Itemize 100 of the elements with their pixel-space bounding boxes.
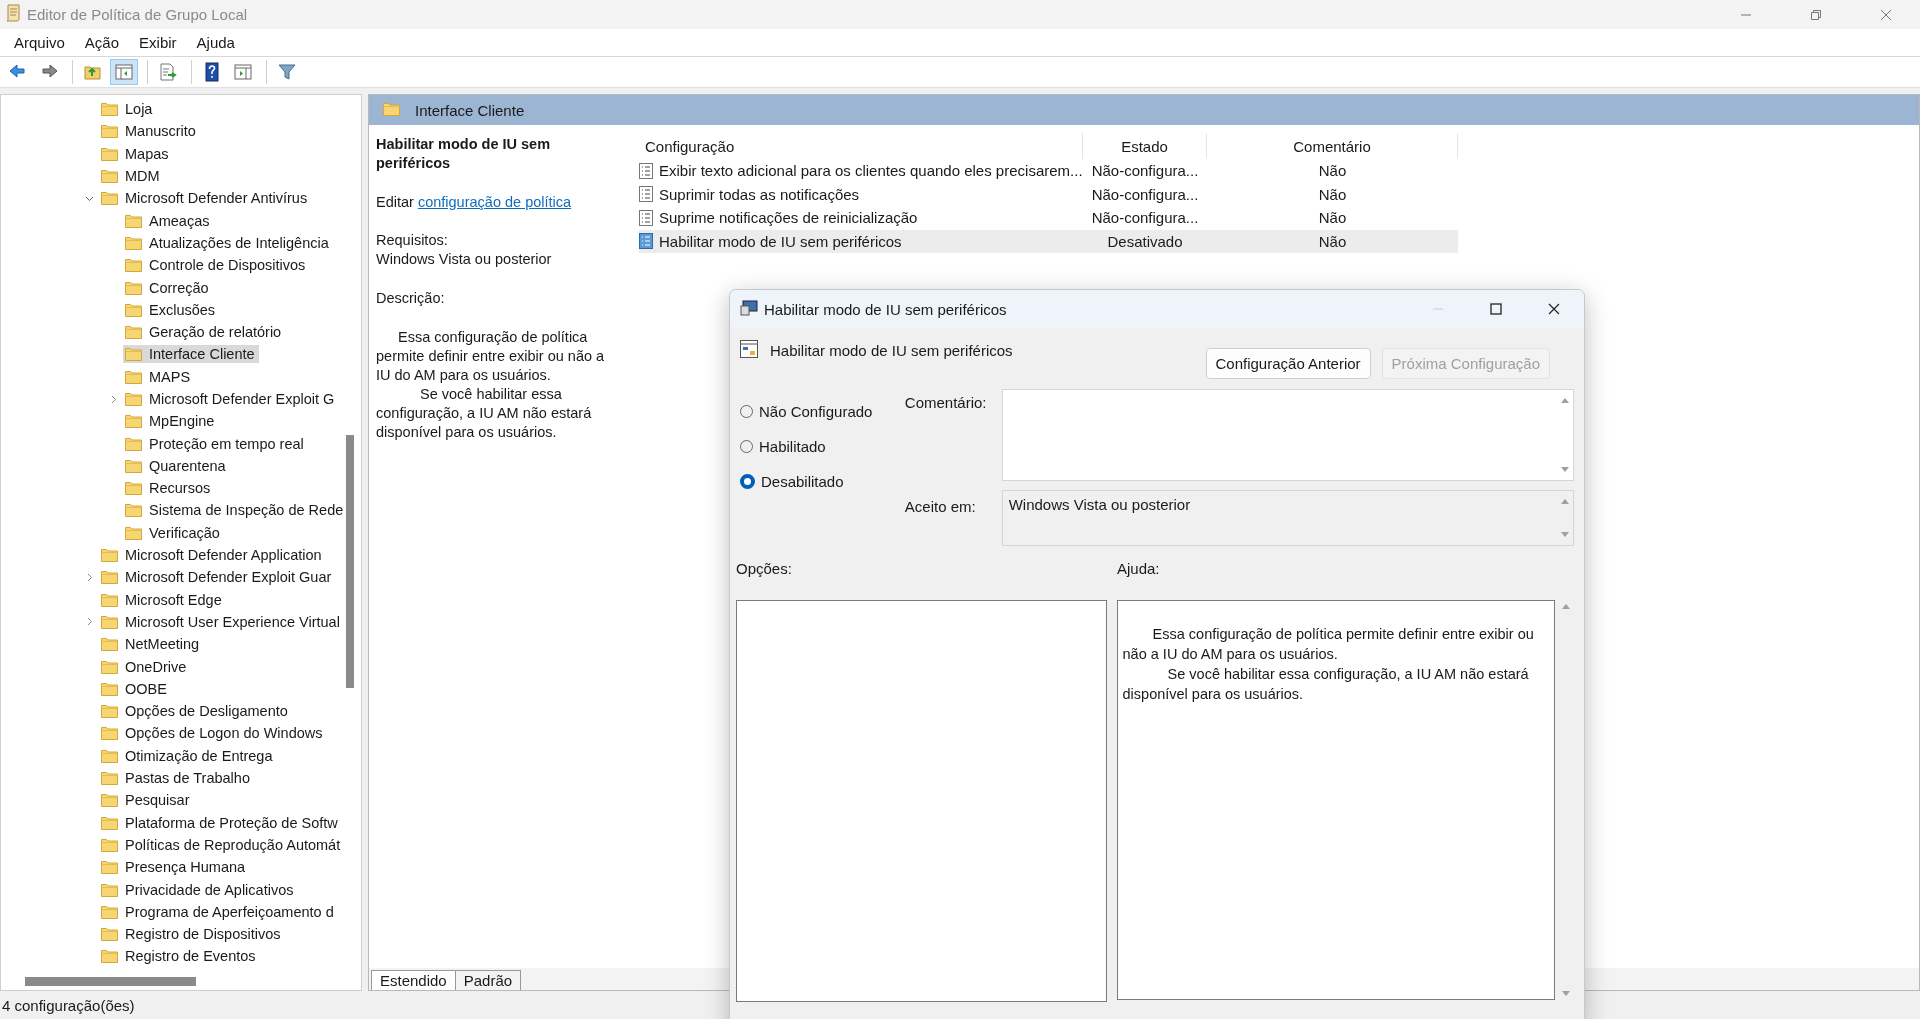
table-row[interactable]: Suprimir todas as notificações Não-configura... Não [639, 182, 1458, 206]
window-title: Editor de Política de Grupo Local [27, 6, 248, 23]
folder-icon [101, 837, 118, 852]
tree-item[interactable]: Pesquisar [99, 791, 194, 810]
tree-item[interactable]: NetMeeting [99, 635, 204, 654]
tree-item[interactable]: Correção [123, 278, 213, 297]
tree-item[interactable]: Proteção em tempo real [123, 434, 308, 453]
table-cell-text: Não-configura... [1090, 209, 1200, 227]
column-header[interactable]: Configuração [639, 133, 1083, 159]
tree-item[interactable]: MpEngine [123, 412, 219, 431]
options-label: Opções: [736, 560, 793, 579]
tree-item[interactable]: Opções de Logon do Windows [99, 724, 327, 743]
tree-item[interactable]: Loja [99, 100, 157, 119]
table-row[interactable]: Suprime notificações de reinicialização Não-configura... Não [639, 206, 1458, 230]
tree-item[interactable]: Exclusões [123, 300, 220, 319]
tree-item[interactable]: Presença Humana [99, 858, 250, 877]
tree-item[interactable]: Opções de Desligamento [99, 702, 292, 721]
folder-icon [125, 392, 142, 406]
panel-icon[interactable] [110, 59, 138, 85]
tree-item[interactable]: Manuscrito [99, 122, 200, 141]
folder-icon [101, 102, 118, 117]
tree-item[interactable]: Microsoft User Experience Virtual [99, 612, 344, 631]
policy-icon [639, 162, 653, 179]
policy-link[interactable]: configuração de política [417, 194, 572, 210]
tree-item[interactable]: Recursos [123, 479, 215, 498]
folder-icon [101, 124, 118, 139]
tree-item[interactable]: Mapas [99, 144, 173, 163]
folder-icon [125, 481, 142, 496]
folder-icon [101, 592, 118, 607]
tree-item[interactable]: Microsoft Edge [99, 590, 226, 609]
folder-icon [101, 169, 118, 184]
tree-item[interactable]: OOBE [99, 679, 171, 698]
tree-item[interactable]: Microsoft Defender Exploit G [123, 390, 339, 408]
column-header[interactable]: Estado [1083, 133, 1207, 159]
tab[interactable]: Padrão [454, 970, 522, 990]
menu-item[interactable]: Ajuda [186, 34, 245, 51]
table-row[interactable]: Exibir texto adicional para os clientes quando eles precisarem... Não-configura... Não [639, 159, 1458, 183]
table-cell-text: Não-configura... [1090, 162, 1200, 180]
tree-item[interactable]: OneDrive [99, 657, 191, 676]
menu-item[interactable]: Exibir [129, 34, 187, 51]
radio-option[interactable]: Desabilitado [740, 469, 905, 493]
scrollbar-thumb[interactable] [25, 977, 196, 986]
table-cell-text: Não [1317, 209, 1348, 227]
tree-item[interactable]: Atualizações de Inteligência [123, 233, 333, 252]
tree-item[interactable]: Pastas de Trabalho [99, 769, 254, 788]
close-icon[interactable] [1548, 303, 1560, 315]
requirements-text: Windows Vista ou posterior [376, 250, 553, 269]
tree-item[interactable]: Interface Cliente [123, 345, 259, 364]
setting-heading: Habilitar modo de IU sem periféricos [770, 342, 1013, 359]
table-cell: Habilitar modo de IU sem periféricos [639, 232, 1083, 250]
tree-item[interactable]: Políticas de Reprodução Automát [99, 835, 345, 854]
comment-field[interactable] [1001, 389, 1574, 481]
column-header[interactable]: Comentário [1207, 133, 1458, 159]
policy-icon [639, 209, 653, 226]
table-cell-text: Não [1317, 185, 1348, 203]
tree-item[interactable]: Verificação [123, 523, 224, 542]
tree-item[interactable]: Microsoft Defender Application [99, 546, 326, 565]
folder-icon [101, 191, 118, 206]
folder-icon [101, 570, 118, 585]
radio-option[interactable]: Habilitado [740, 434, 905, 458]
tree-item[interactable]: MAPS [123, 367, 195, 386]
table-row[interactable]: Habilitar modo de IU sem periféricos Desativado Não [639, 229, 1458, 253]
folder-icon [101, 882, 118, 897]
folder-icon [101, 659, 118, 674]
tree-item[interactable]: Microsoft Defender Exploit Guar [99, 568, 336, 587]
description-label: Descrição: [376, 289, 446, 308]
tree-item[interactable]: Programa de Aperfeiçoamento d [99, 902, 338, 921]
tree-item[interactable]: MDM [99, 167, 164, 186]
requirements-label: Requisitos: [376, 231, 449, 250]
tree-item[interactable]: Sistema de Inspeção de Rede [123, 501, 348, 520]
tab[interactable]: Estendido [371, 970, 456, 990]
maximize-icon[interactable] [1490, 303, 1502, 315]
tree-item[interactable]: Geração de relatório [123, 323, 286, 342]
tree-item[interactable]: Microsoft Defender Antivírus [99, 189, 312, 208]
folder-icon [101, 904, 118, 919]
tree-item[interactable]: Controle de Dispositivos [123, 256, 310, 275]
table-cell-text: Não [1317, 232, 1348, 250]
tree-item[interactable]: Registro de Dispositivos [99, 925, 285, 944]
folder-icon [101, 949, 118, 964]
tree-item[interactable]: Quarentena [123, 456, 230, 475]
tree-item[interactable]: Otimização de Entrega [99, 746, 277, 765]
setting-title: Habilitar modo de IU sem periféricos [376, 135, 552, 173]
folder-icon [125, 258, 142, 273]
tree-item[interactable]: Registro de Eventos [99, 947, 260, 966]
tree-item[interactable]: Ameaças [123, 211, 214, 230]
tree-item[interactable]: Privacidade de Aplicativos [99, 880, 298, 899]
restore-icon[interactable] [1810, 8, 1822, 21]
description-text: Essa configuração de política permite definir entre exibir ou não a IU do AM para os usuários. [376, 328, 606, 385]
folder-icon [101, 637, 118, 652]
menu-item[interactable]: Ação [74, 34, 130, 51]
header-title: Interface Cliente [415, 101, 525, 119]
tree-item[interactable]: Plataforma de Proteção de Softw [99, 813, 342, 832]
table-cell: Suprimir todas as notificações [639, 185, 1083, 203]
folder-icon [101, 681, 118, 696]
scrollbar-thumb[interactable] [346, 435, 354, 688]
folder-icon [125, 302, 142, 317]
radio-option[interactable]: Não Configurado [740, 399, 905, 423]
folder-icon [125, 458, 142, 473]
dialog-button[interactable]: Configuração Anterior [1205, 348, 1371, 379]
menu-item[interactable]: Arquivo [4, 34, 75, 51]
